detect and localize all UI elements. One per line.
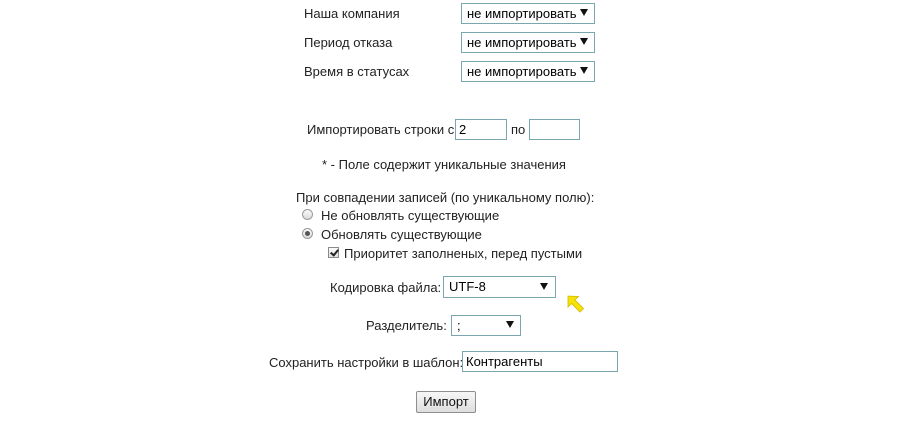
priority-checkbox-label: Приоритет заполненых, перед пустыми — [344, 246, 583, 261]
radio-update-label: Обновлять существующие — [321, 227, 482, 242]
separator-select-value: ; — [457, 318, 461, 333]
import-rows-to-input[interactable] — [529, 119, 580, 140]
radio-update[interactable] — [302, 228, 313, 239]
chevron-down-icon — [540, 283, 548, 290]
refusal-period-select[interactable]: не импортировать — [461, 32, 595, 53]
separator-select[interactable]: ; — [451, 315, 521, 336]
refusal-period-select-value: не импортировать — [467, 35, 577, 50]
encoding-select[interactable]: UTF-8 — [443, 276, 556, 298]
import-rows-from-input[interactable] — [455, 119, 507, 140]
field-label-status-time: Время в статусах — [304, 64, 410, 79]
status-time-select[interactable]: не импортировать — [461, 61, 595, 82]
chevron-down-icon — [580, 38, 588, 45]
chevron-down-icon — [506, 321, 514, 328]
match-section-title: При совпадении записей (по уникальному п… — [296, 190, 595, 205]
our-company-select-value: не импортировать — [467, 6, 577, 21]
template-name-input[interactable] — [462, 351, 618, 372]
unique-field-note: * - Поле содержит уникальные значения — [322, 157, 566, 172]
encoding-select-value: UTF-8 — [449, 279, 486, 294]
radio-no-update[interactable] — [302, 209, 313, 220]
encoding-label: Кодировка файла: — [330, 280, 442, 295]
status-time-select-value: не импортировать — [467, 64, 577, 79]
separator-label: Разделитель: — [366, 318, 447, 333]
field-label-refusal-period: Период отказа — [304, 35, 393, 50]
chevron-down-icon — [580, 9, 588, 16]
import-rows-label: Импортировать строки с — [307, 122, 455, 137]
chevron-down-icon — [580, 67, 588, 74]
priority-checkbox[interactable] — [328, 247, 339, 258]
import-button[interactable]: Импорт — [416, 391, 476, 413]
radio-no-update-label: Не обновлять существующие — [321, 208, 500, 223]
field-label-our-company: Наша компания — [304, 6, 400, 21]
yellow-arrow-icon — [567, 295, 585, 313]
our-company-select[interactable]: не импортировать — [461, 3, 595, 24]
import-rows-to-label: по — [511, 122, 526, 137]
save-template-label: Сохранить настройки в шаблон: — [269, 355, 464, 370]
